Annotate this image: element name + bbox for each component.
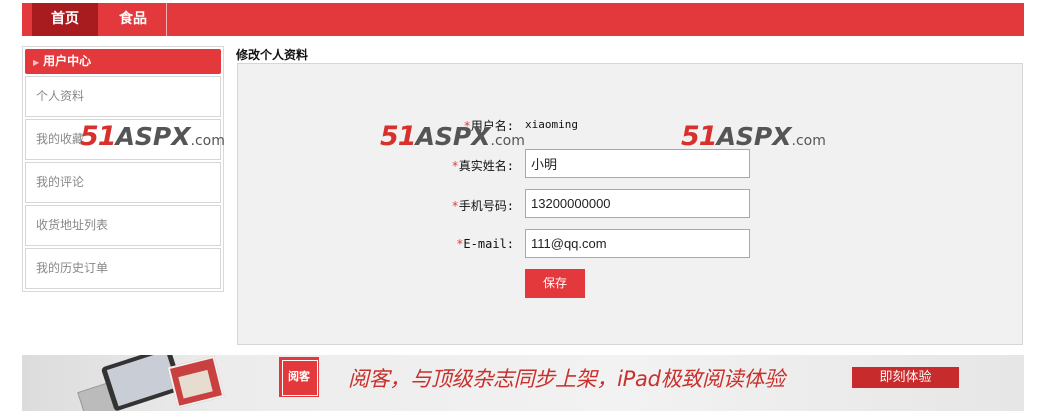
required-mark: * [451,199,459,213]
top-nav-bar: 首页 食品 [22,3,1024,36]
phone-label: *手机号码: [451,199,514,213]
ad-banner[interactable]: 阅客 阅客，与顶级杂志同步上架，iPad极致阅读体验 即刻体验 [22,355,1024,411]
sidebar-header-label: 用户中心 [43,54,92,68]
sidebar-item-comments[interactable]: 我的评论 [25,162,221,203]
realname-field[interactable] [525,149,750,178]
email-label: *E-mail: [456,237,514,251]
realname-label: *真实姓名: [451,159,514,173]
phone-field[interactable] [525,189,750,218]
nav-tab-food[interactable]: 食品 [100,3,166,36]
save-button[interactable]: 保存 [525,269,585,298]
sidebar-item-addresses[interactable]: 收货地址列表 [25,205,221,246]
sidebar: ▶ 用户中心 个人资料 我的收藏 我的评论 收货地址列表 我的历史订单 [22,46,224,292]
page-title: 修改个人资料 [236,48,309,62]
required-mark: * [451,159,459,173]
yueke-logo: 阅客 [279,357,319,397]
try-now-button[interactable]: 即刻体验 [852,367,959,388]
nav-tab-home[interactable]: 首页 [32,3,98,36]
watermark-logo: 51ASPX.com [80,121,225,152]
banner-slogan: 阅客，与顶级杂志同步上架，iPad极致阅读体验 [348,367,785,391]
sidebar-item-order-history[interactable]: 我的历史订单 [25,248,221,289]
watermark-logo: 51ASPX.com [681,121,826,152]
arrow-right-icon: ▶ [33,58,40,67]
nav-divider [166,3,167,36]
email-field[interactable] [525,229,750,258]
username-value: xiaoming [525,118,578,131]
sidebar-item-profile[interactable]: 个人资料 [25,76,221,117]
watermark-logo: 51ASPX.com [380,121,525,152]
sidebar-header: ▶ 用户中心 [25,49,221,74]
